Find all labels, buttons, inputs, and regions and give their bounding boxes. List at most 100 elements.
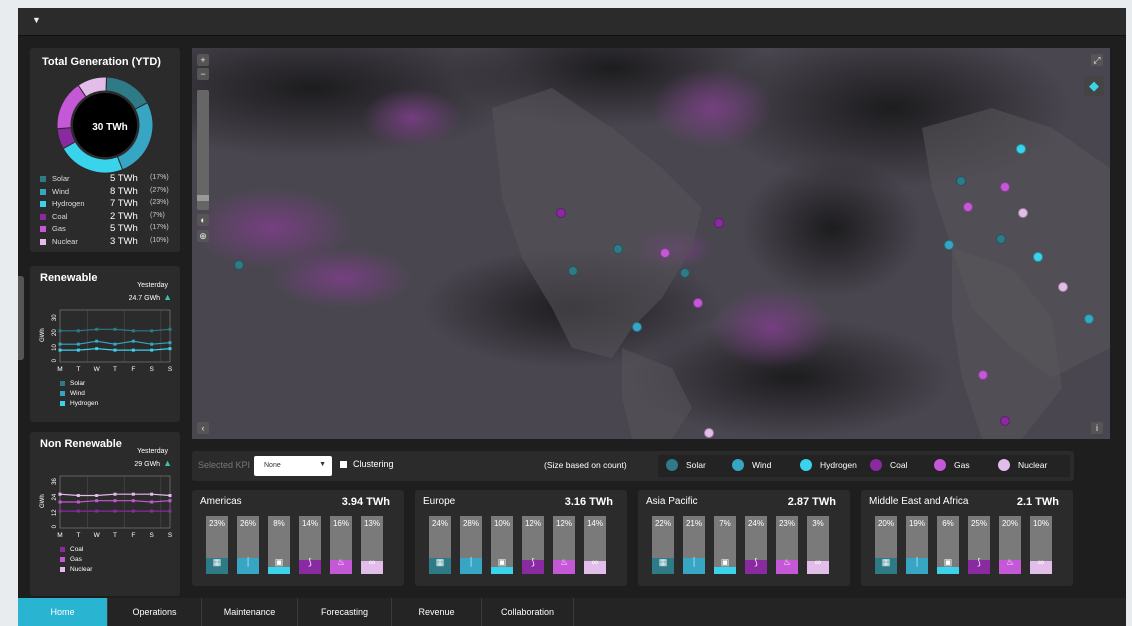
world-map[interactable]: + − ◐ ⊕ ‹ ⤢ ◆ i [192,48,1110,439]
bar-percent: 8% [273,519,285,528]
map-marker-hydrogen[interactable] [1016,144,1026,154]
non-renewable-yesterday-label: Yesterday [137,448,168,455]
map-marker-coal[interactable] [714,218,724,228]
generation-legend-row: Solar 5 TWh (17%) [40,173,176,185]
nav-tab-revenue[interactable]: Revenue [392,598,482,626]
legend-item-solar[interactable]: Solar [666,458,706,471]
zoom-in-button[interactable]: + [197,54,209,66]
bar-percent: 6% [942,519,954,528]
legend-name: Hydrogen [52,199,85,208]
map-marker-gas[interactable] [660,248,670,258]
map-marker-nuclear[interactable] [1058,282,1068,292]
clustering-checkbox[interactable] [340,461,347,468]
map-marker-gas[interactable] [1000,182,1010,192]
map-marker-solar[interactable] [613,244,623,254]
legend-value: 7 TWh [110,198,138,209]
data-point-hydrogen [58,348,62,352]
bar-percent: 13% [363,519,380,528]
x-tick-label: T [76,366,80,373]
y-axis-label: GWh [40,328,46,342]
locate-icon[interactable]: ⊕ [197,230,209,242]
kpi-select-value: None [264,462,281,469]
region-card[interactable]: Europe 3.16 TWh 24% ▦ 28% ⏐ 10% ▣ 12% ⟆ 12% ♨ 14% ∞ [415,490,627,586]
nav-tab-home[interactable]: Home [18,598,108,626]
legend-item-gas[interactable]: Gas [934,458,970,471]
region-card[interactable]: Middle East and Africa 2.1 TWh 20% ▦ 19% ⏐ 6% ▣… [861,490,1073,586]
legend-item-hydrogen[interactable]: Hydrogen [800,458,857,471]
data-point-gas [131,499,135,503]
map-scroll-left-icon[interactable]: ‹ [197,422,209,434]
kpi-select[interactable]: None ▼ [254,456,332,476]
x-tick-label: S [149,532,154,539]
hydrogen-icon: ▣ [720,557,730,567]
total-generation-title: Total Generation (YTD) [42,56,161,68]
legend-item-wind[interactable]: Wind [732,458,771,471]
map-marker-solar[interactable] [568,266,578,276]
fullscreen-icon[interactable]: ⤢ [1091,54,1103,66]
zoom-slider-thumb[interactable] [197,195,209,201]
zoom-out-button[interactable]: − [197,68,209,80]
map-marker-wind[interactable] [1084,314,1094,324]
coal-icon: ⟆ [977,557,981,567]
map-marker-gas[interactable] [693,298,703,308]
map-marker-hydrogen[interactable] [1033,252,1043,262]
data-point-gas [58,500,62,504]
nav-tab-operations[interactable]: Operations [108,598,202,626]
solar-panel-icon: ▦ [435,557,445,567]
map-marker-gas[interactable] [978,370,988,380]
map-marker-coal[interactable] [556,208,566,218]
legend-dot [666,458,678,471]
map-marker-solar[interactable] [680,268,690,278]
legend-pct: (23%) [150,199,169,206]
legend-name: Wind [70,390,85,397]
region-total: 2.87 TWh [787,496,836,508]
x-tick-label: T [76,532,80,539]
map-marker-solar[interactable] [996,234,1006,244]
bottom-navigation: Home Operations Maintenance Forecasting Reve… [18,598,1126,626]
legend-item-coal[interactable]: Coal [870,458,907,471]
layer-toggle-icon[interactable]: ◐ [197,214,209,226]
map-marker-gas[interactable] [963,202,973,212]
legend-pct: (27%) [150,186,169,194]
map-marker-wind[interactable] [632,322,642,332]
nav-tab-maintenance[interactable]: Maintenance [202,598,298,626]
side-panel-handle[interactable] [18,276,24,360]
energy-type-legend: Solar Wind Hydrogen Coal Gas Nuclear [658,455,1070,477]
nav-tab-collaboration[interactable]: Collaboration [482,598,574,626]
region-share-bar: 13% ∞ [361,516,383,574]
map-marker-nuclear[interactable] [1018,208,1028,218]
bar-percent: 23% [778,519,795,528]
region-card[interactable]: Asia Pacific 2.87 TWh 22% ▦ 21% ⏐ 7% ▣ 24% ⟆ 23% ♨ 3… [638,490,850,586]
data-point-hydrogen [76,348,80,352]
generation-legend-row: Gas 5 TWh (17%) [40,223,176,235]
zoom-slider[interactable] [197,90,209,210]
map-info-button[interactable]: i [1091,422,1103,434]
bar-percent: 14% [301,519,318,528]
layers-diamond-icon[interactable]: ◆ [1084,76,1104,96]
legend-value: 8 TWh [110,185,138,197]
region-card[interactable]: Americas 3.94 TWh 23% ▦ 26% ⏐ 8% ▣ 14% ⟆ 16% ♨ 13% ∞ [192,490,404,586]
map-marker-solar[interactable] [234,260,244,270]
data-point-coal [168,509,172,513]
map-marker-nuclear[interactable] [704,428,714,438]
hydrogen-icon: ▣ [943,557,953,567]
data-point-coal [150,509,154,513]
data-point-wind [58,342,62,346]
legend-item-nuclear[interactable]: Nuclear [998,458,1047,471]
map-marker-coal[interactable] [1000,416,1010,426]
bar-percent: 24% [431,519,448,528]
region-share-bar: 22% ▦ [652,516,674,574]
bar-fill [937,567,959,574]
nuclear-icon: ∞ [368,557,376,567]
region-total: 3.16 TWh [564,496,613,508]
map-marker-solar[interactable] [956,176,966,186]
y-tick-label: 24 [52,493,58,500]
nav-tab-forecasting[interactable]: Forecasting [298,598,392,626]
map-marker-wind[interactable] [944,240,954,250]
top-bar: ▼ [18,8,1126,36]
data-point-nuclear [95,494,99,497]
menu-caret-icon[interactable]: ▼ [32,15,41,25]
legend-name: Gas [70,556,82,563]
legend-swatch [40,213,46,220]
bar-percent: 23% [208,519,225,528]
